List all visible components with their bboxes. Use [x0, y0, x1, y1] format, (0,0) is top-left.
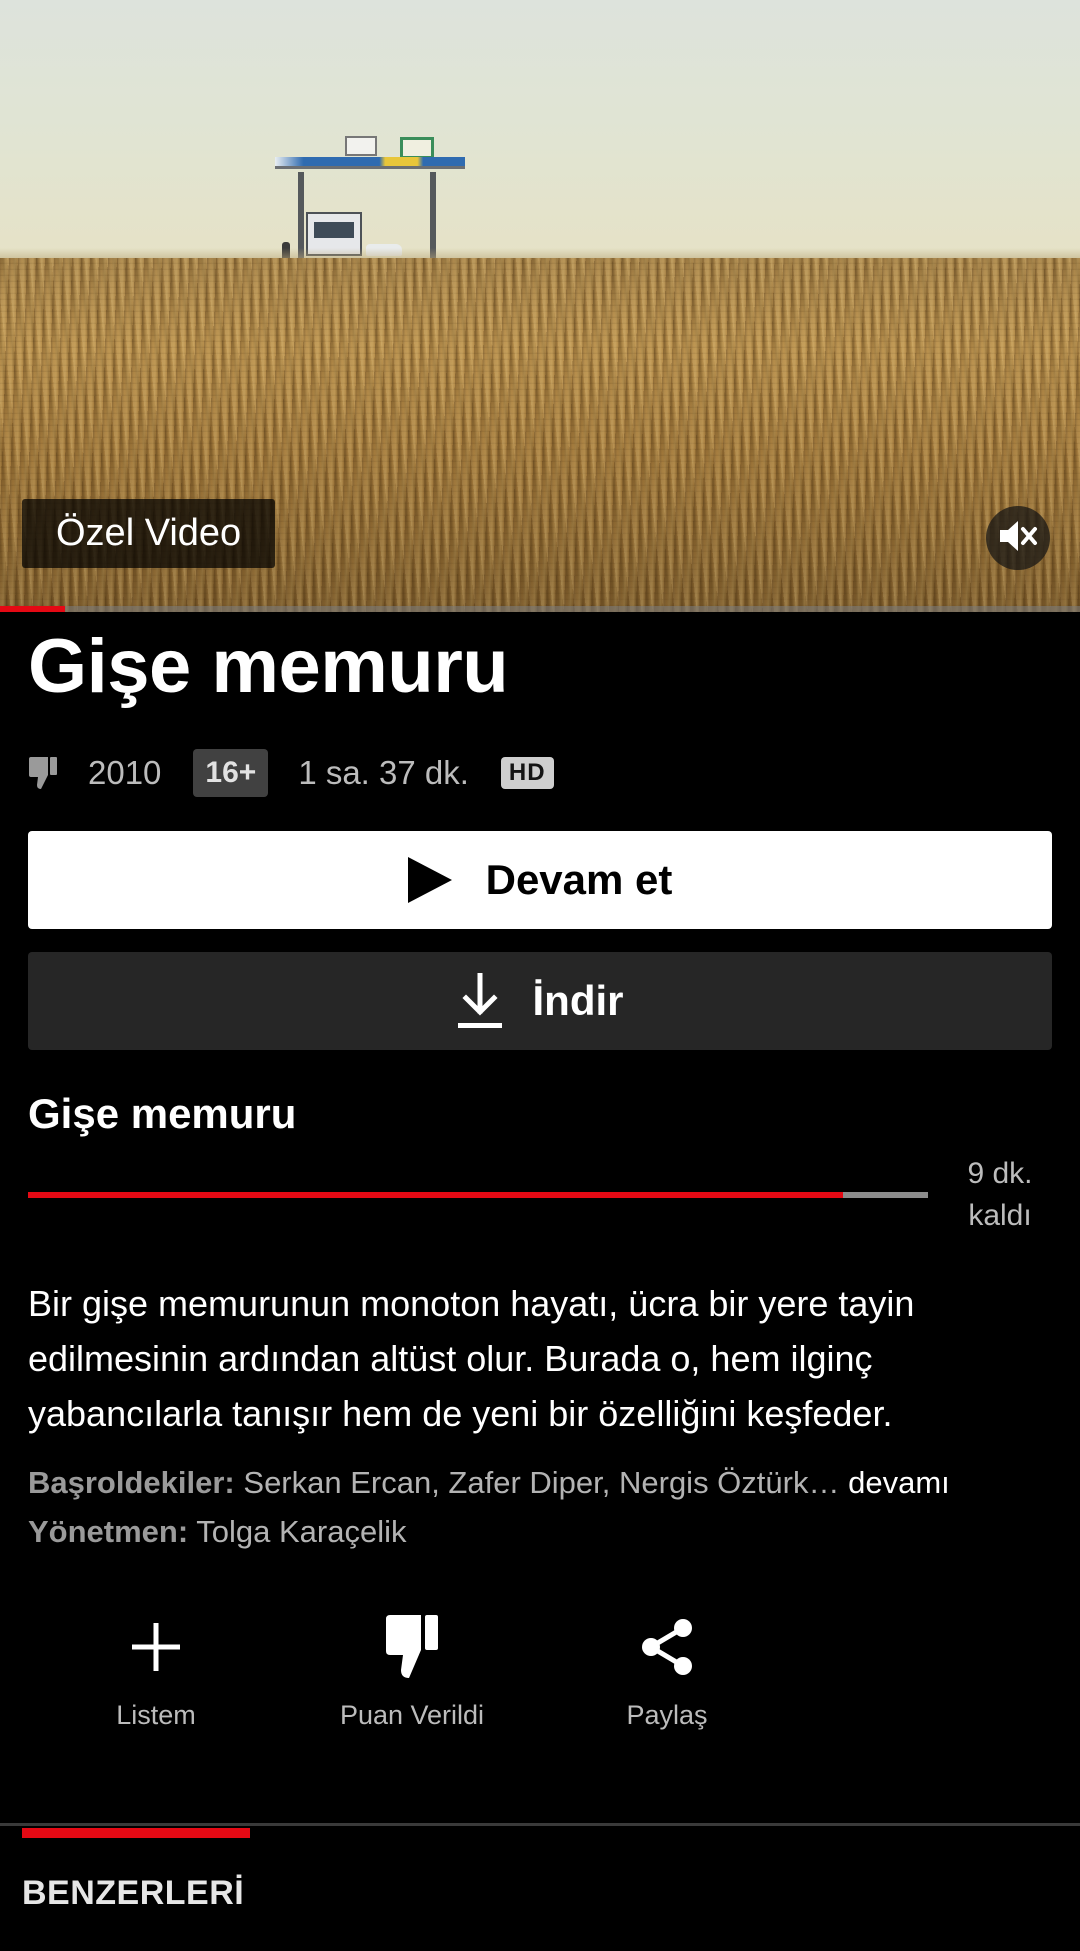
cast-more-link[interactable]: devamı	[848, 1465, 950, 1500]
duration: 1 sa. 37 dk.	[298, 754, 469, 791]
watch-progress-fill	[28, 1192, 843, 1198]
video-frame-sky	[0, 0, 1080, 262]
director-label: Yönetmen:	[28, 1514, 189, 1549]
video-progress-fill	[0, 606, 65, 612]
cast-line: Başroldekiler: Serkan Ercan, Zafer Diper…	[28, 1459, 1068, 1507]
thumbs-down-icon	[384, 1614, 440, 1680]
share-label: Paylaş	[626, 1700, 708, 1730]
director-line: Yönetmen: Tolga Karaçelik	[28, 1508, 1068, 1556]
volume-mute-icon	[998, 518, 1038, 559]
cast-names: Serkan Ercan, Zafer Diper, Nergis Öztürk…	[243, 1465, 840, 1500]
private-video-badge: Özel Video	[22, 499, 276, 568]
video-progress-bar	[0, 606, 1080, 612]
page-title: Gişe memuru	[28, 624, 509, 709]
watch-progress-bar	[28, 1192, 928, 1198]
resume-button[interactable]: Devam et	[28, 831, 1052, 929]
tab-more-like-this[interactable]: BENZERLERİ	[22, 1874, 244, 1913]
rate-button[interactable]: Puan Verildi	[302, 1614, 522, 1731]
rate-label: Puan Verildi	[339, 1700, 485, 1730]
age-rating-badge: 16+	[193, 749, 269, 797]
mute-button[interactable]	[986, 506, 1050, 570]
download-button[interactable]: İndir	[28, 952, 1052, 1050]
download-icon	[457, 973, 503, 1029]
episode-title: Gişe memuru	[28, 1090, 297, 1137]
play-icon	[407, 857, 452, 903]
video-preview[interactable]: Özel Video	[0, 0, 1080, 612]
hd-badge: HD	[500, 757, 554, 789]
thumbs-down-icon	[28, 755, 62, 791]
director-name: Tolga Karaçelik	[196, 1514, 407, 1549]
synopsis: Bir gişe memurunun monoton hayatı, ücra …	[28, 1283, 915, 1434]
time-remaining-suffix: kaldı	[968, 1199, 1032, 1232]
release-year: 2010	[88, 754, 162, 791]
time-remaining: 9 dk. kaldı	[950, 1153, 1050, 1237]
plus-icon	[130, 1614, 182, 1680]
download-button-label: İndir	[532, 977, 624, 1024]
video-frame-toll-booth	[270, 132, 470, 262]
tab-divider	[0, 1823, 1080, 1826]
share-button[interactable]: Paylaş	[557, 1614, 777, 1731]
tab-active-indicator	[22, 1828, 250, 1838]
cast-label: Başroldekiler:	[28, 1465, 235, 1500]
title-metadata: 2010 16+ 1 sa. 37 dk. HD	[28, 748, 554, 798]
my-list-button[interactable]: Listem	[46, 1614, 266, 1731]
resume-button-label: Devam et	[485, 856, 673, 903]
share-icon	[640, 1614, 694, 1680]
my-list-label: Listem	[116, 1700, 196, 1730]
time-remaining-value: 9 dk.	[967, 1157, 1033, 1190]
